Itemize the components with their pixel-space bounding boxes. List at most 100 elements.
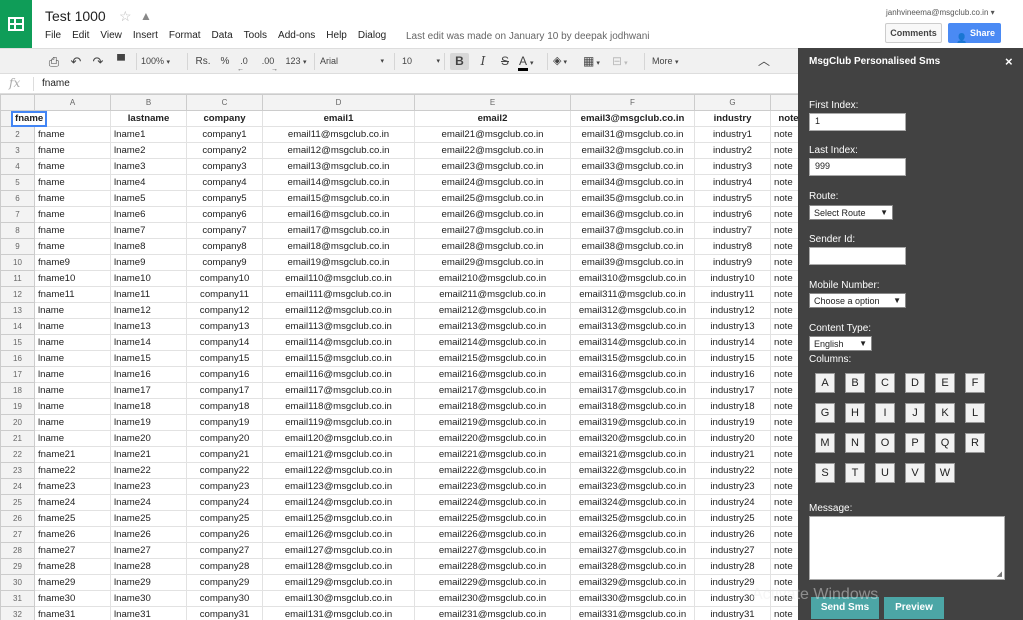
cell[interactable]: email218@msgclub.co.in — [414, 398, 571, 415]
menu-item-dialog[interactable]: Dialog — [358, 30, 386, 41]
cell[interactable]: email112@msgclub.co.in — [262, 302, 415, 319]
cell[interactable]: industry3 — [694, 158, 771, 175]
row-number[interactable]: 30 — [0, 574, 35, 591]
cell[interactable]: email314@msgclub.co.in — [570, 334, 695, 351]
cell[interactable]: fname9 — [34, 254, 111, 271]
cell[interactable]: email17@msgclub.co.in — [262, 222, 415, 239]
cell[interactable]: email327@msgclub.co.in — [570, 542, 695, 559]
row-number[interactable]: 6 — [0, 190, 35, 207]
more-menu[interactable]: More ▾ — [652, 53, 686, 70]
cell[interactable]: company1 — [186, 126, 263, 143]
cell[interactable]: email124@msgclub.co.in — [262, 494, 415, 511]
cell[interactable]: note — [770, 222, 798, 239]
italic-button[interactable]: I — [475, 53, 491, 70]
row-number[interactable]: 2 — [0, 126, 35, 143]
cell[interactable]: company15 — [186, 350, 263, 367]
text-color-button[interactable]: A ▾ — [518, 53, 544, 71]
document-title[interactable]: Test 1000 — [45, 8, 106, 24]
cell[interactable]: email110@msgclub.co.in — [262, 270, 415, 287]
cell[interactable]: note — [770, 142, 798, 159]
cell[interactable]: email28@msgclub.co.in — [414, 238, 571, 255]
cell[interactable]: industry23 — [694, 478, 771, 495]
cell[interactable]: note — [770, 430, 798, 447]
cell[interactable]: industry26 — [694, 526, 771, 543]
menu-item-addons[interactable]: Add-ons — [278, 30, 315, 41]
cell[interactable]: email312@msgclub.co.in — [570, 302, 695, 319]
header-cell[interactable]: email1 — [262, 110, 415, 127]
currency-format-button[interactable]: Rs. — [192, 53, 214, 70]
cell[interactable]: fname29 — [34, 574, 111, 591]
cell[interactable]: email320@msgclub.co.in — [570, 430, 695, 447]
cell[interactable]: email222@msgclub.co.in — [414, 462, 571, 479]
column-header-f[interactable]: F — [570, 94, 695, 111]
cell[interactable]: note — [770, 606, 798, 620]
cell[interactable]: industry20 — [694, 430, 771, 447]
column-header-a[interactable]: A — [34, 94, 111, 111]
cell[interactable]: note — [770, 462, 798, 479]
cell[interactable]: email123@msgclub.co.in — [262, 478, 415, 495]
column-button-g[interactable]: G — [815, 403, 835, 423]
cell[interactable]: fname — [34, 190, 111, 207]
paint-format-icon[interactable]: ▀ — [113, 53, 129, 70]
cell[interactable]: lname — [34, 302, 111, 319]
cell[interactable]: email24@msgclub.co.in — [414, 174, 571, 191]
cell[interactable]: industry25 — [694, 510, 771, 527]
cell[interactable]: email324@msgclub.co.in — [570, 494, 695, 511]
column-button-i[interactable]: I — [875, 403, 895, 423]
column-button-r[interactable]: R — [965, 433, 985, 453]
cell[interactable]: note — [770, 190, 798, 207]
cell[interactable]: company20 — [186, 430, 263, 447]
cell[interactable]: lname2 — [110, 142, 187, 159]
column-button-e[interactable]: E — [935, 373, 955, 393]
cell[interactable]: fname — [34, 158, 111, 175]
row-number[interactable]: 21 — [0, 430, 35, 447]
cell[interactable]: email321@msgclub.co.in — [570, 446, 695, 463]
cell[interactable]: note — [770, 414, 798, 431]
cell[interactable]: industry11 — [694, 286, 771, 303]
cell[interactable]: industry6 — [694, 206, 771, 223]
cell[interactable]: note — [770, 366, 798, 383]
cell[interactable]: lname16 — [110, 366, 187, 383]
row-number[interactable]: 22 — [0, 446, 35, 463]
cell[interactable]: email114@msgclub.co.in — [262, 334, 415, 351]
sender-id-input[interactable] — [809, 247, 906, 265]
cell[interactable]: lname15 — [110, 350, 187, 367]
sheets-logo-icon[interactable] — [0, 0, 32, 48]
cell[interactable]: email224@msgclub.co.in — [414, 494, 571, 511]
cell[interactable]: note — [770, 494, 798, 511]
cell[interactable]: email230@msgclub.co.in — [414, 590, 571, 607]
cell[interactable]: email128@msgclub.co.in — [262, 558, 415, 575]
merge-icon[interactable]: ⊟ ▾ — [612, 53, 636, 70]
cell[interactable]: email15@msgclub.co.in — [262, 190, 415, 207]
column-button-d[interactable]: D — [905, 373, 925, 393]
preview-button[interactable]: Preview — [884, 597, 944, 619]
cell[interactable]: note — [770, 542, 798, 559]
cell[interactable]: email13@msgclub.co.in — [262, 158, 415, 175]
cell[interactable]: fname — [34, 238, 111, 255]
cell[interactable]: lname22 — [110, 462, 187, 479]
row-number[interactable]: 12 — [0, 286, 35, 303]
cell[interactable]: email35@msgclub.co.in — [570, 190, 695, 207]
cell[interactable]: email120@msgclub.co.in — [262, 430, 415, 447]
cell[interactable]: note — [770, 270, 798, 287]
cell[interactable]: email217@msgclub.co.in — [414, 382, 571, 399]
cell[interactable]: lname20 — [110, 430, 187, 447]
row-number[interactable]: 25 — [0, 494, 35, 511]
column-button-o[interactable]: O — [875, 433, 895, 453]
cell[interactable]: email325@msgclub.co.in — [570, 510, 695, 527]
cell[interactable]: email119@msgclub.co.in — [262, 414, 415, 431]
cell[interactable]: company22 — [186, 462, 263, 479]
column-button-f[interactable]: F — [965, 373, 985, 393]
cell[interactable]: company10 — [186, 270, 263, 287]
zoom-select[interactable]: 100% ▾ — [141, 53, 184, 70]
cell[interactable]: email213@msgclub.co.in — [414, 318, 571, 335]
cell[interactable]: note — [770, 238, 798, 255]
column-button-b[interactable]: B — [845, 373, 865, 393]
cell[interactable]: company21 — [186, 446, 263, 463]
row-number[interactable]: 31 — [0, 590, 35, 607]
column-button-l[interactable]: L — [965, 403, 985, 423]
cell[interactable]: note — [770, 158, 798, 175]
cell[interactable]: lname — [34, 398, 111, 415]
cell[interactable]: email27@msgclub.co.in — [414, 222, 571, 239]
redo-icon[interactable]: ↷ — [90, 53, 106, 70]
